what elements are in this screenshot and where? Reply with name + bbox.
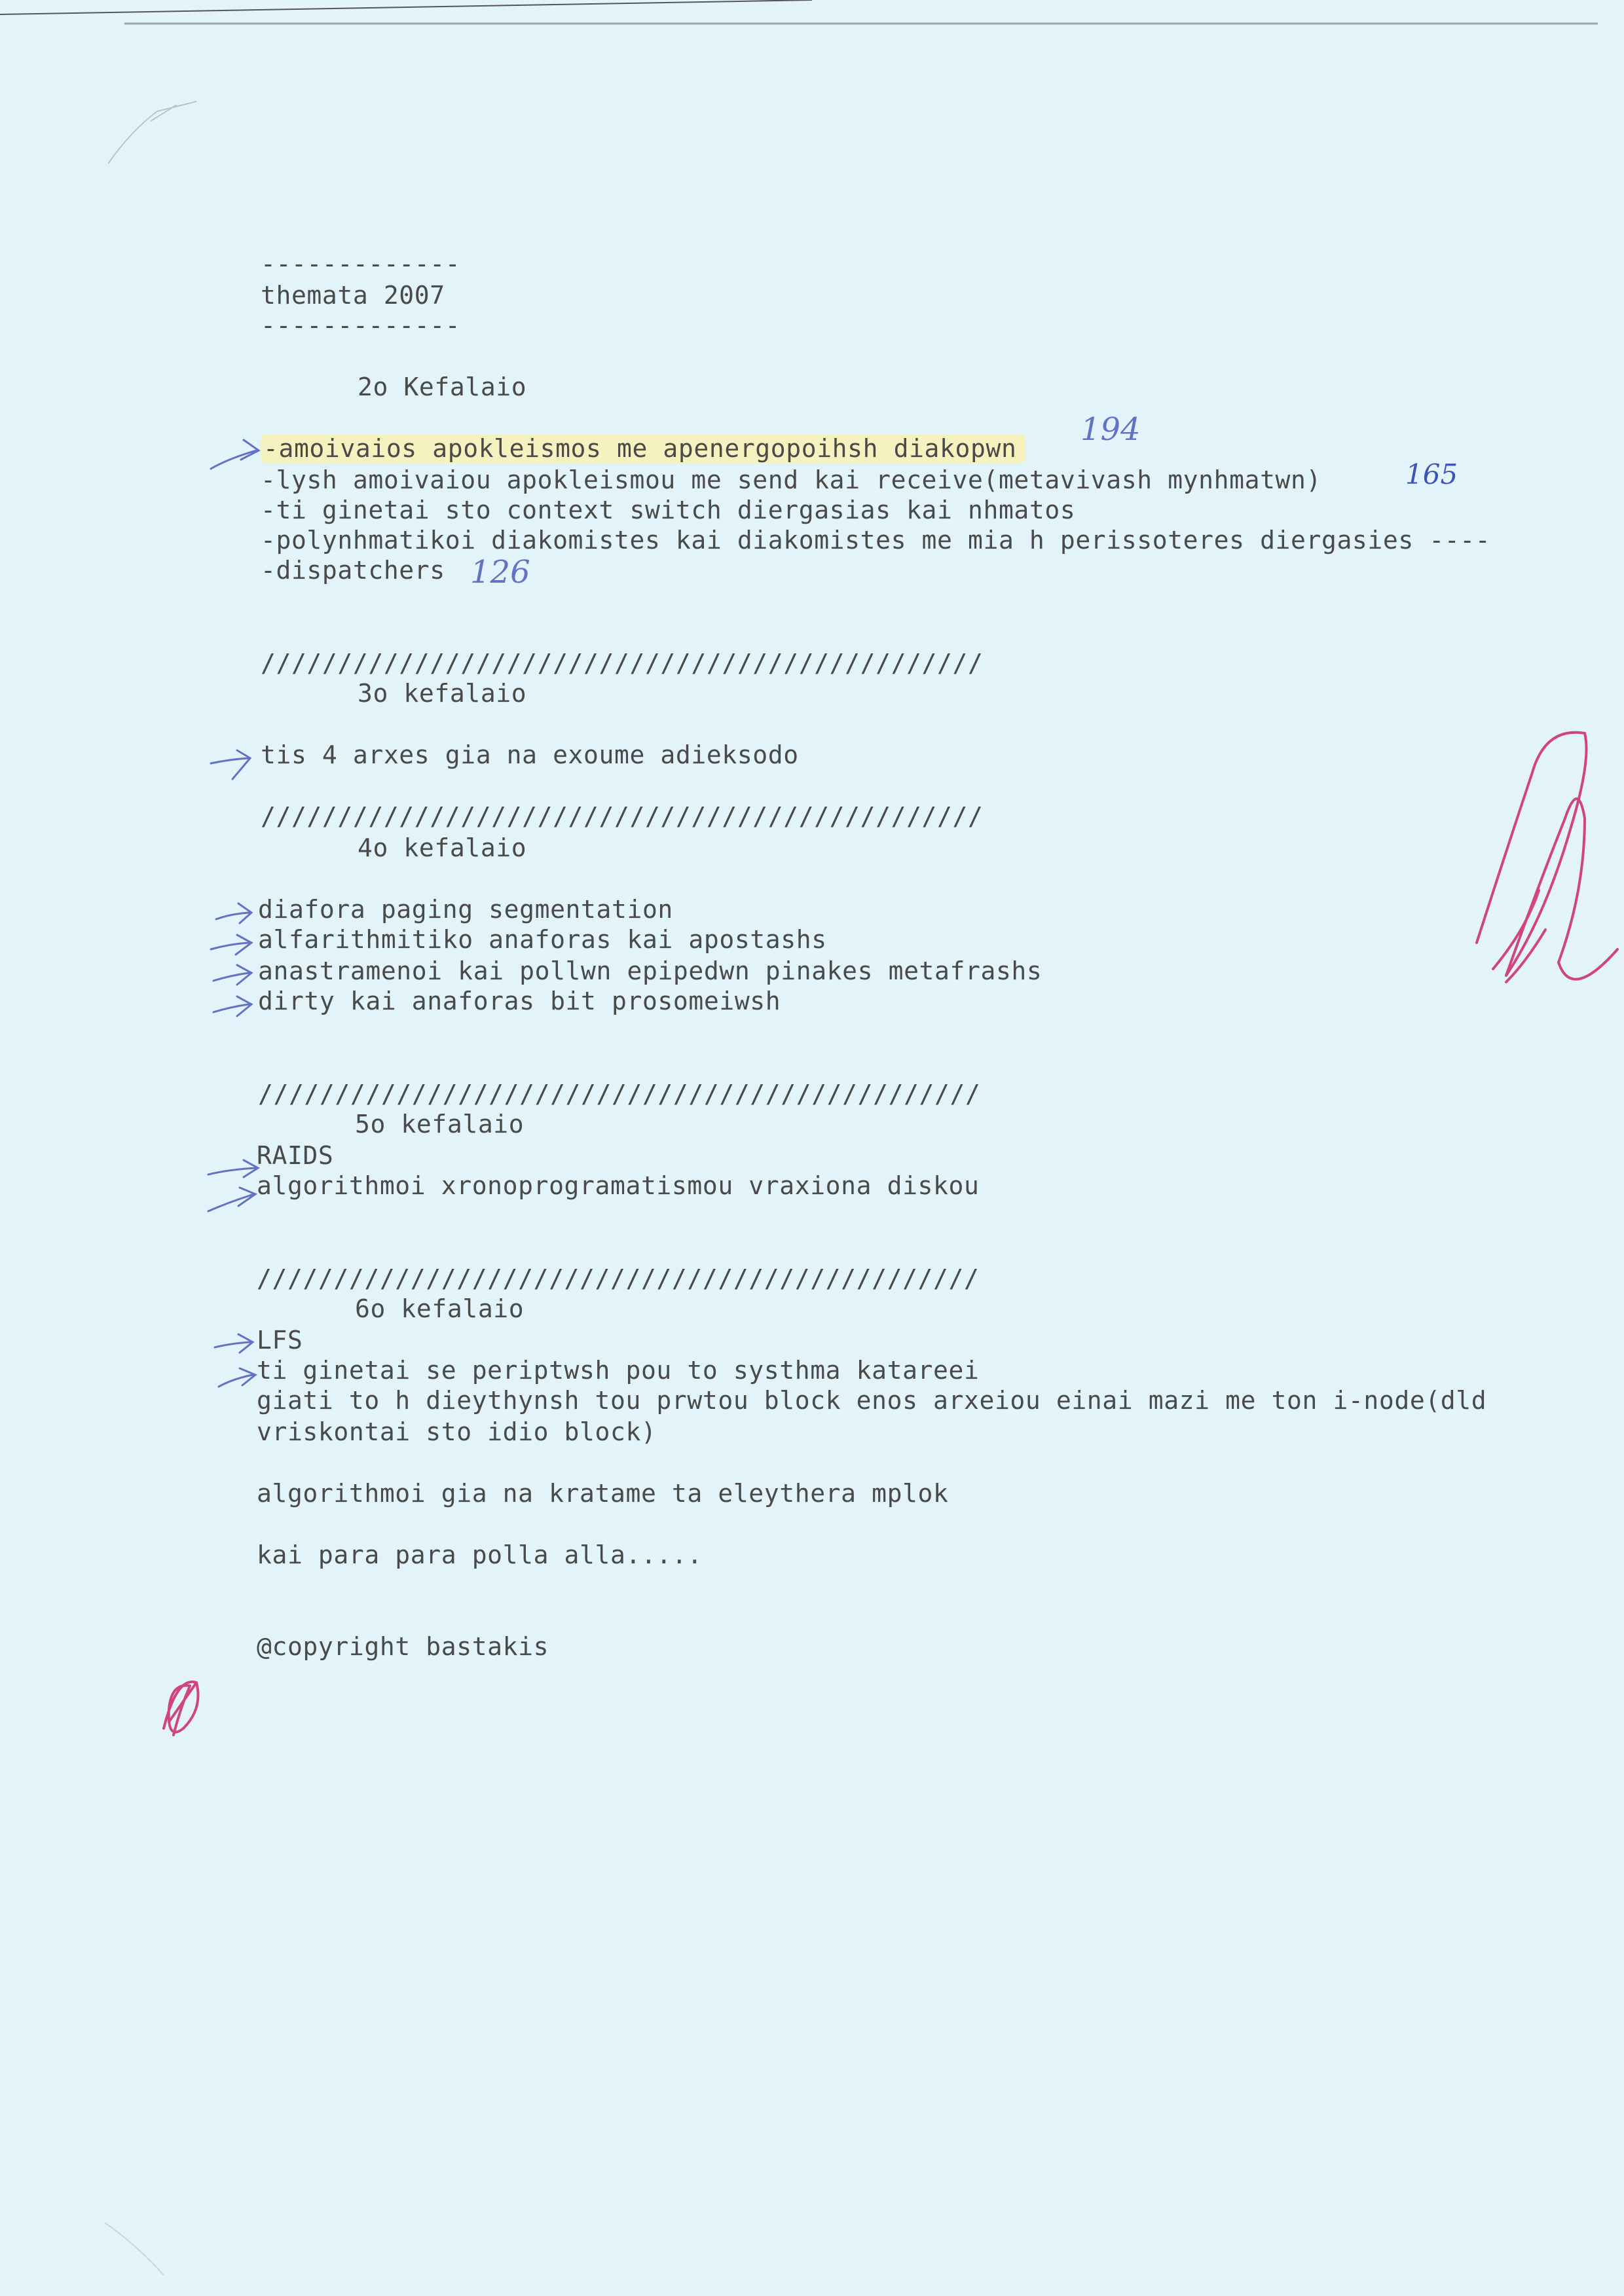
section-divider: ////////////////////////////////////////… [257, 1264, 980, 1293]
highlighted-text: -amoivaios apokleismos me apenergopoihsh… [261, 434, 1026, 463]
list-item: -ti ginetai sto context switch diergasia… [261, 496, 1076, 524]
arrow-icon [217, 1367, 257, 1388]
pencil-mark [107, 101, 197, 164]
arrow-icon [213, 1333, 255, 1354]
section-heading: 4o kefalaio [358, 833, 527, 862]
scan-edge-line [0, 0, 813, 15]
list-item: -dispatchers [261, 556, 445, 585]
pink-scribble-small [162, 1680, 200, 1736]
list-item: algorithmoi xronoprogramatismou vraxiona… [257, 1171, 980, 1200]
list-item: alfarithmitiko anaforas kai apostashs [258, 925, 827, 954]
arrow-icon [207, 1159, 260, 1178]
arrow-icon [215, 902, 253, 924]
handwritten-page-ref: 165 [1405, 458, 1458, 490]
arrow-icon [212, 995, 253, 1017]
section-heading: 6o kefalaio [355, 1294, 525, 1323]
pink-scribble [1475, 731, 1619, 983]
arrow-icon [212, 964, 253, 986]
arrow-icon [210, 934, 253, 956]
list-item: anastramenoi kai pollwn epipedwn pinakes… [258, 957, 1043, 985]
arrow-icon [210, 439, 261, 470]
section-divider: ////////////////////////////////////////… [261, 649, 984, 678]
list-item: vriskontai sto idio block) [257, 1417, 657, 1446]
list-item: -polynhmatikoi diakomistes kai diakomist… [261, 526, 1491, 555]
section-heading: 2o Kefalaio [358, 373, 527, 401]
list-item: kai para para polla alla..... [257, 1540, 703, 1569]
list-item: giati to h dieythynsh tou prwtou block e… [257, 1386, 1487, 1415]
list-item: diafora paging segmentation [258, 895, 673, 924]
section-divider: ////////////////////////////////////////… [261, 802, 984, 831]
copyright-footer: @copyright bastakis [257, 1632, 549, 1661]
pencil-mark-bottom [104, 2222, 164, 2276]
arrow-icon [210, 749, 252, 780]
list-item-highlighted: -amoivaios apokleismos me apenergopoihsh… [261, 433, 1026, 464]
list-item: ti ginetai se periptwsh pou to systhma k… [257, 1356, 980, 1385]
section-heading: 3o kefalaio [358, 679, 527, 708]
list-item: dirty kai anaforas bit prosomeiwsh [258, 987, 781, 1015]
list-item: -lysh amoivaiou apokleismou me send kai … [261, 465, 1321, 494]
section-heading: 5o kefalaio [355, 1110, 525, 1139]
list-item: tis 4 arxes gia na exoume adieksodo [261, 740, 799, 769]
list-item: algorithmoi gia na kratame ta eleythera … [257, 1479, 949, 1508]
arrow-icon [207, 1186, 258, 1212]
handwritten-page-ref: 194 [1080, 411, 1141, 448]
arrow-icon-group [207, 439, 261, 1388]
page-title: themata 2007 [261, 281, 445, 310]
handwritten-marks [0, 0, 1619, 2276]
header-rule-top: ------------- [261, 249, 461, 278]
list-item: LFS [257, 1326, 303, 1355]
section-divider: ////////////////////////////////////////… [258, 1080, 981, 1108]
header-rule-bottom: ------------- [261, 311, 461, 340]
handwritten-page-ref: 126 [470, 554, 530, 591]
list-item: RAIDS [257, 1141, 334, 1170]
